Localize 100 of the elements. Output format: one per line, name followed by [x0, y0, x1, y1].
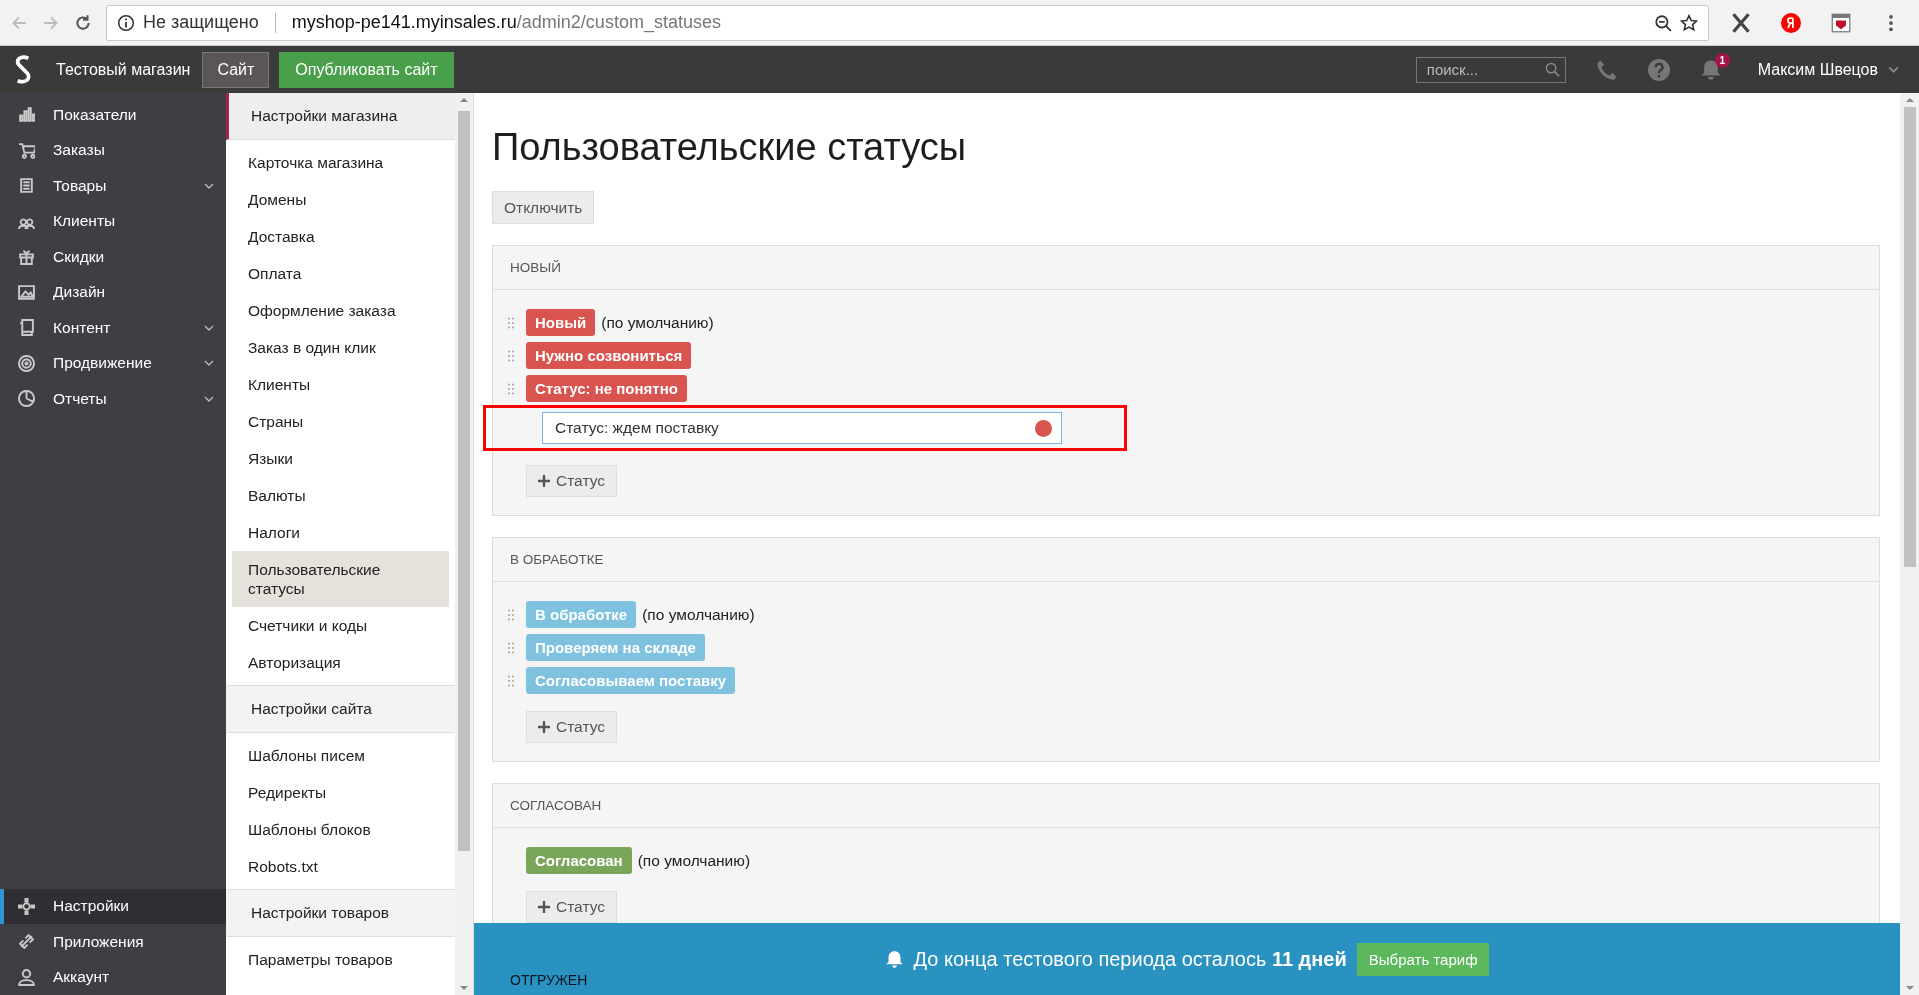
sidebar-item[interactable]: Заказы — [0, 132, 226, 168]
shield-extension-icon[interactable] — [1831, 12, 1851, 33]
info-icon[interactable] — [117, 13, 135, 32]
bell-icon — [884, 949, 904, 969]
menu-item[interactable]: Оплата — [232, 255, 449, 292]
chevron-down-icon[interactable] — [204, 324, 214, 331]
sidebar-icon — [18, 248, 35, 266]
reload-icon[interactable] — [74, 13, 92, 32]
menu-item[interactable]: Шаблоны писем — [232, 737, 449, 774]
drag-handle-icon[interactable] — [508, 382, 514, 395]
chevron-down-icon[interactable] — [204, 360, 214, 367]
sidebar-item[interactable]: Товары — [0, 168, 226, 204]
sidebar-icon — [18, 933, 35, 951]
scrollbar[interactable] — [1900, 93, 1919, 995]
sidebar-icon — [18, 319, 35, 337]
sidebar-item[interactable]: Показатели — [0, 97, 226, 133]
drag-handle-icon[interactable] — [508, 641, 514, 654]
menu-item[interactable]: Языки — [232, 440, 449, 477]
sidebar-item[interactable]: Дизайн — [0, 274, 226, 310]
drag-handle-icon[interactable] — [508, 608, 514, 621]
menu-item[interactable]: Клиенты — [232, 366, 449, 403]
status-tag[interactable]: Статус: не понятно — [526, 375, 687, 402]
menu-item[interactable]: Валюты — [232, 477, 449, 514]
chevron-down-icon[interactable] — [204, 395, 214, 402]
sidebar-item[interactable]: Отчеты — [0, 381, 226, 417]
menu-item[interactable]: Заказ в один клик — [232, 329, 449, 366]
url-path: /admin2/custom_statuses — [516, 12, 721, 33]
scroll-up-icon[interactable] — [1905, 97, 1914, 103]
sidebar-icon — [18, 968, 35, 986]
phone-icon[interactable] — [1595, 58, 1618, 81]
status-tag[interactable]: Нужно созвониться — [526, 342, 692, 369]
sidebar-item[interactable]: Приложения — [0, 924, 226, 960]
sidebar-icon — [18, 106, 35, 124]
plus-icon — [538, 475, 550, 487]
zoom-out-icon[interactable] — [1654, 13, 1672, 32]
add-status-button[interactable]: Статус — [526, 891, 617, 923]
status-tag[interactable]: Новый — [526, 309, 596, 336]
search-icon[interactable] — [1544, 61, 1560, 77]
menu-section-header[interactable]: Настройки сайта — [226, 685, 455, 733]
help-icon[interactable] — [1647, 58, 1670, 81]
trial-message: До конца тестового периода осталось 11 дней — [913, 947, 1347, 971]
menu-section-header[interactable]: Настройки магазина — [226, 93, 455, 140]
add-status-button[interactable]: Статус — [526, 711, 617, 743]
star-icon[interactable] — [1680, 13, 1698, 32]
sidebar-icon — [18, 354, 35, 372]
sidebar-icon — [18, 897, 35, 915]
menu-item[interactable]: Домены — [232, 181, 449, 218]
sidebar-item[interactable]: Контент — [0, 310, 226, 346]
menu-item[interactable]: Оформление заказа — [232, 292, 449, 329]
menu-item[interactable]: Шаблоны блоков — [232, 811, 449, 848]
notification-badge: 1 — [1714, 52, 1730, 68]
address-bar[interactable]: Не защищено myshop-pe141.myinsales.ru/admin2/custom_statuses — [106, 4, 1709, 41]
scroll-down-icon[interactable] — [1905, 985, 1914, 991]
scrollbar[interactable] — [455, 93, 473, 995]
search-field[interactable]: поиск... — [1415, 56, 1566, 83]
group-title: ОТГРУЖЕН — [510, 972, 588, 988]
drag-handle-icon[interactable] — [508, 316, 514, 329]
x-extension-icon[interactable] — [1731, 12, 1751, 33]
shop-name[interactable]: Тестовый магазин — [56, 60, 191, 79]
sidebar-icon — [18, 177, 35, 195]
menu-section-header[interactable]: Настройки товаров — [226, 889, 455, 937]
menu-item[interactable]: Карточка магазина — [232, 144, 449, 181]
add-status-button[interactable]: Статус — [526, 465, 617, 497]
sidebar-item[interactable]: Скидки — [0, 239, 226, 275]
group-title: СОГЛАСОВАН — [510, 798, 602, 813]
menu-item[interactable]: Пользовательские статусы — [232, 551, 449, 607]
status-name-field[interactable]: Статус: ждем поставку — [542, 412, 1062, 444]
drag-handle-icon[interactable] — [508, 674, 514, 687]
sidebar-icon — [18, 141, 35, 159]
page-title: Пользовательские статусы — [492, 126, 968, 169]
user-menu[interactable]: Максим Швецов — [1757, 60, 1878, 79]
group-title: В ОБРАБОТКЕ — [510, 552, 604, 567]
url-host: myshop-pe141.myinsales.ru — [291, 12, 517, 32]
default-note: (по умолчанию) — [601, 313, 714, 332]
plus-icon — [538, 901, 550, 913]
default-note: (по умолчанию) — [642, 605, 755, 624]
menu-item[interactable]: Счетчики и коды — [232, 607, 449, 644]
drag-handle-icon[interactable] — [508, 349, 514, 362]
menu-item[interactable]: Налоги — [232, 514, 449, 551]
menu-item[interactable]: Доставка — [232, 218, 449, 255]
letter-extension-icon[interactable] — [1781, 12, 1801, 33]
menu-item[interactable]: Страны — [232, 403, 449, 440]
sidebar-item[interactable]: Аккаунт — [0, 959, 226, 995]
menu-item[interactable]: Параметры товаров — [232, 941, 449, 978]
menu-item[interactable]: Авторизация — [232, 644, 449, 681]
sidebar-icon — [18, 283, 35, 301]
plus-icon — [538, 721, 550, 733]
menu-item[interactable]: Robots.txt — [232, 848, 449, 885]
scroll-down-icon[interactable] — [460, 985, 468, 991]
scroll-up-icon[interactable] — [460, 97, 468, 103]
chevron-down-icon[interactable] — [204, 182, 214, 189]
bell-icon[interactable] — [1699, 58, 1722, 81]
disable-button[interactable]: Отключить — [492, 191, 595, 224]
sidebar-item[interactable]: Продвижение — [0, 345, 226, 381]
security-label: Не защищено — [143, 12, 259, 33]
menu-item[interactable]: Редиректы — [232, 774, 449, 811]
sidebar-item[interactable]: Клиенты — [0, 203, 226, 239]
sidebar-item[interactable]: Настройки — [0, 888, 226, 924]
chevron-down-icon[interactable] — [1888, 66, 1899, 73]
site-button[interactable]: Сайт — [202, 51, 270, 88]
